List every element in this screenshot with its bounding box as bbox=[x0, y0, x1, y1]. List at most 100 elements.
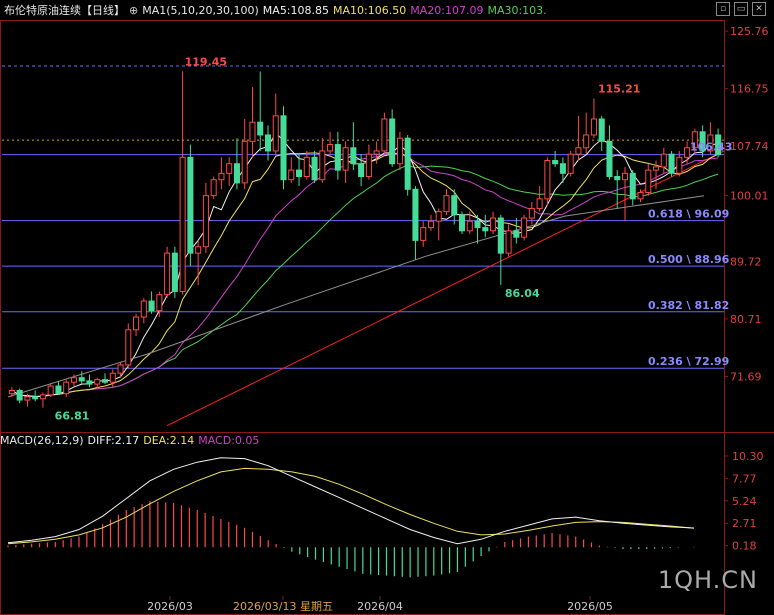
price-chart[interactable]: 125.76116.75107.74100.0189.7280.7171.690… bbox=[0, 0, 774, 615]
recent-high-annotation: 115.21 bbox=[598, 83, 640, 96]
fib-label: 0.500 \ 88.96 bbox=[648, 253, 730, 266]
candle-body bbox=[70, 377, 77, 383]
candle-body bbox=[389, 118, 396, 165]
fib-label: 0.382 \ 81.82 bbox=[648, 299, 729, 312]
candle-body bbox=[179, 156, 186, 292]
candle-body bbox=[583, 134, 590, 149]
macd-tick-label: 7.77 bbox=[732, 472, 757, 485]
ma10-line bbox=[11, 152, 719, 398]
candle-body bbox=[101, 379, 109, 383]
candle-body bbox=[427, 220, 434, 229]
macd-value: MACD:0.05 bbox=[198, 433, 260, 447]
low-annotation: 86.04 bbox=[505, 287, 540, 300]
candle-body bbox=[264, 134, 272, 152]
macd-tick-label: 10.30 bbox=[732, 450, 764, 463]
candle-body bbox=[63, 381, 70, 395]
candle-body bbox=[94, 379, 101, 385]
candle-body bbox=[513, 230, 520, 238]
candle-body bbox=[86, 380, 93, 385]
candle-body bbox=[233, 163, 240, 184]
macd-header: MACD(26,12,9) DIFF:2.17 DEA:2.14 MACD:0.… bbox=[0, 432, 774, 448]
x-tick-label: 2026/03/13 星期五 bbox=[233, 600, 333, 613]
candle-body bbox=[396, 137, 403, 165]
candle-body bbox=[47, 385, 54, 396]
candle-body bbox=[684, 147, 691, 158]
candle-body bbox=[218, 172, 225, 181]
price-tick-label: 125.76 bbox=[730, 25, 769, 38]
last-price-annotation: 106.43 bbox=[690, 141, 732, 154]
candle-body bbox=[187, 156, 194, 254]
candle-body bbox=[381, 118, 388, 152]
price-tick-label: 80.71 bbox=[730, 313, 762, 326]
candle-body bbox=[676, 156, 683, 174]
candle-body bbox=[334, 144, 341, 171]
candle-body bbox=[39, 394, 46, 400]
candle-body bbox=[621, 172, 629, 181]
candle-body bbox=[148, 300, 155, 312]
candle-body bbox=[497, 217, 504, 254]
candle-body bbox=[358, 163, 365, 177]
fib-label: 0.618 \ 96.09 bbox=[648, 208, 729, 221]
candle-body bbox=[156, 294, 163, 312]
candle-body bbox=[109, 372, 116, 383]
macd-tick-label: 5.24 bbox=[732, 495, 757, 508]
ma30-line bbox=[11, 164, 719, 398]
candle-body bbox=[443, 195, 450, 213]
candle-body bbox=[590, 118, 597, 136]
candle-body bbox=[171, 252, 178, 292]
macd-dea: DEA:2.14 bbox=[143, 433, 195, 447]
candle-body bbox=[668, 153, 675, 174]
start-low-annotation: 66.81 bbox=[55, 410, 90, 423]
candle-body bbox=[327, 144, 334, 152]
candle-body bbox=[598, 118, 605, 142]
candle-body bbox=[420, 227, 427, 241]
candle-body bbox=[552, 160, 559, 165]
candle-body bbox=[536, 198, 543, 209]
candle-body bbox=[164, 252, 171, 296]
candle-body bbox=[272, 115, 279, 152]
candle-body bbox=[521, 217, 528, 238]
candle-body bbox=[24, 396, 31, 401]
candle-body bbox=[32, 396, 39, 400]
candle-body bbox=[404, 137, 411, 190]
ma20-line bbox=[11, 152, 719, 398]
candle-body bbox=[303, 156, 310, 177]
candle-body bbox=[435, 211, 442, 222]
candle-body bbox=[629, 172, 636, 200]
macd-tick-label: 2.71 bbox=[732, 517, 757, 530]
candle-body bbox=[125, 329, 132, 366]
candle-body bbox=[78, 377, 85, 382]
price-tick-label: 89.72 bbox=[730, 255, 762, 268]
price-tick-label: 100.01 bbox=[730, 190, 769, 203]
candle-body bbox=[653, 166, 660, 171]
candle-body bbox=[505, 230, 512, 254]
candle-body bbox=[296, 169, 303, 177]
candle-body bbox=[637, 191, 644, 200]
candle-body bbox=[660, 153, 667, 168]
candle-body bbox=[544, 160, 551, 200]
candle-body bbox=[288, 169, 295, 181]
candle-body bbox=[474, 220, 481, 229]
price-tick-label: 71.69 bbox=[730, 370, 762, 383]
candle-body bbox=[482, 227, 489, 232]
candle-body bbox=[55, 385, 62, 395]
candle-body bbox=[458, 214, 466, 232]
x-tick-label: 2026/04 bbox=[357, 600, 403, 613]
candle-body bbox=[319, 150, 326, 181]
candle-body bbox=[226, 163, 233, 174]
candle-body bbox=[645, 169, 652, 193]
price-tick-label: 116.75 bbox=[730, 83, 769, 96]
candle-body bbox=[202, 195, 209, 248]
candle-body bbox=[528, 207, 535, 219]
candle-body bbox=[350, 147, 357, 165]
candle-body bbox=[280, 115, 287, 181]
candle-body bbox=[133, 316, 140, 331]
candle-body bbox=[373, 150, 380, 155]
macd-diff: DIFF:2.17 bbox=[87, 433, 140, 447]
candle-body bbox=[365, 153, 372, 177]
candle-body bbox=[311, 156, 318, 181]
candle-body bbox=[241, 140, 248, 184]
watermark: 1QH.CN bbox=[657, 566, 758, 594]
candle-body bbox=[412, 188, 419, 241]
x-tick-label: 2026/03 bbox=[147, 600, 193, 613]
